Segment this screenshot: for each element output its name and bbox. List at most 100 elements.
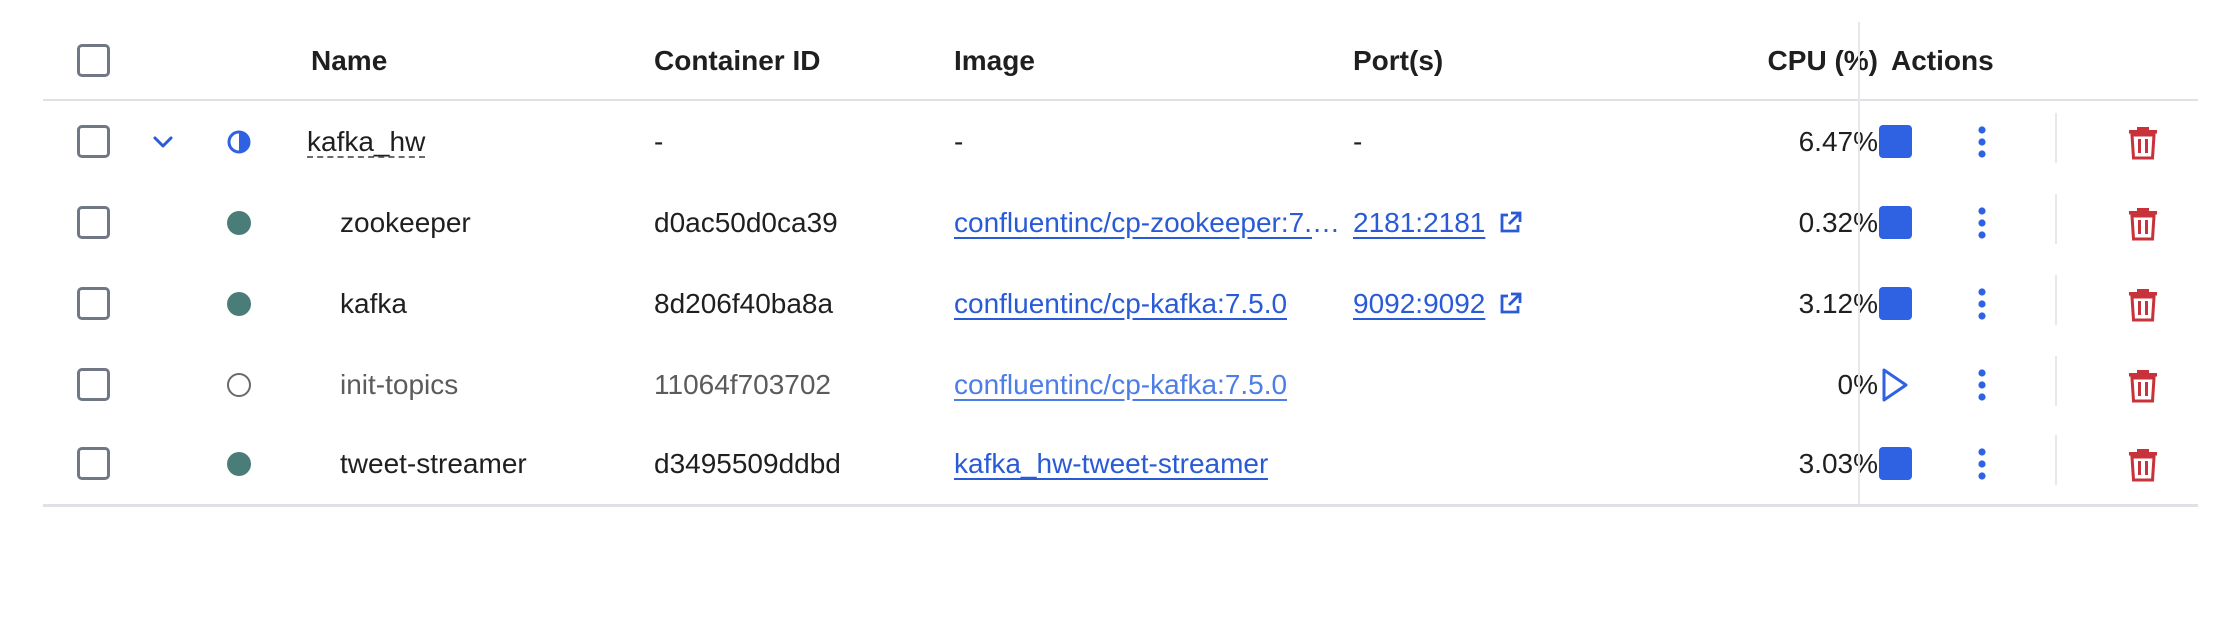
table-row[interactable]: kafka 8d206f40ba8a confluentinc/cp-kafka… — [43, 263, 2198, 344]
more-actions-button[interactable] — [1966, 263, 1998, 344]
group-name[interactable]: kafka_hw — [307, 126, 425, 158]
stop-square-icon[interactable] — [1878, 206, 1912, 239]
chevron-down-icon[interactable] — [151, 130, 175, 154]
play-icon[interactable] — [1880, 367, 1910, 403]
stop-square-icon[interactable] — [1878, 125, 1912, 158]
row-checkbox-cell[interactable] — [77, 182, 110, 263]
external-link-icon[interactable] — [1497, 291, 1523, 317]
table-row-group[interactable]: kafka_hw - - - 6.47% — [43, 101, 2198, 182]
trash-icon[interactable] — [2127, 124, 2159, 160]
trash-icon[interactable] — [2127, 205, 2159, 241]
trash-icon[interactable] — [2127, 367, 2159, 403]
actions-separator — [2055, 435, 2057, 485]
cpu-usage: 3.12% — [1798, 287, 1878, 319]
cpu-usage: 3.03% — [1798, 447, 1878, 479]
cpu-usage: 0.32% — [1798, 206, 1878, 238]
containers-table: Name Container ID Image Port(s) CPU (%) … — [43, 22, 2198, 507]
image-cell[interactable]: confluentinc/cp-zookeeper:7.5.0 — [954, 182, 1342, 263]
image-name: - — [954, 125, 964, 157]
column-header-ports[interactable]: Port(s) — [1353, 22, 1443, 99]
container-id: d3495509ddbd — [654, 447, 841, 479]
delete-button[interactable] — [2123, 423, 2163, 504]
running-status-icon — [227, 291, 251, 316]
group-name-cell[interactable]: kafka_hw — [307, 101, 425, 182]
container-name[interactable]: zookeeper — [340, 182, 471, 263]
delete-button[interactable] — [2123, 101, 2163, 182]
external-link-icon[interactable] — [1497, 210, 1523, 236]
status-cell — [227, 182, 251, 263]
delete-button[interactable] — [2123, 263, 2163, 344]
container-id: 8d206f40ba8a — [654, 287, 834, 319]
status-cell — [227, 263, 251, 344]
trash-icon[interactable] — [2127, 446, 2159, 482]
table-row[interactable]: zookeeper d0ac50d0ca39 confluentinc/cp-z… — [43, 182, 2198, 263]
row-checkbox-cell[interactable] — [77, 101, 110, 182]
delete-button[interactable] — [2123, 344, 2163, 425]
row-checkbox[interactable] — [77, 206, 110, 239]
image-link[interactable]: confluentinc/cp-zookeeper:7.5.0 — [954, 207, 1342, 239]
table-bottom-border — [43, 504, 2198, 507]
select-all-checkbox[interactable] — [77, 44, 110, 77]
ports-cell[interactable]: 9092:9092 — [1353, 263, 1523, 344]
image-cell[interactable]: kafka_hw-tweet-streamer — [954, 423, 1268, 504]
kebab-menu-icon[interactable] — [1977, 287, 1987, 321]
more-actions-button[interactable] — [1966, 182, 1998, 263]
running-status-icon — [227, 210, 251, 235]
more-actions-button[interactable] — [1966, 101, 1998, 182]
row-checkbox-cell[interactable] — [77, 263, 110, 344]
column-header-name[interactable]: Name — [311, 22, 387, 99]
row-checkbox-cell[interactable] — [77, 423, 110, 504]
port-link[interactable]: 2181:2181 — [1353, 207, 1485, 239]
half-circle-icon — [227, 130, 251, 153]
actions-separator — [2055, 113, 2057, 163]
kebab-menu-icon[interactable] — [1977, 368, 1987, 402]
column-header-actions: Actions — [1891, 44, 1994, 76]
row-checkbox[interactable] — [77, 368, 110, 401]
row-checkbox[interactable] — [77, 287, 110, 320]
ports-cell[interactable]: 2181:2181 — [1353, 182, 1523, 263]
start-button[interactable] — [1873, 344, 1917, 425]
actions-separator — [2055, 194, 2057, 244]
port-link[interactable]: 9092:9092 — [1353, 288, 1485, 320]
kebab-menu-icon[interactable] — [1977, 206, 1987, 240]
status-cell — [227, 423, 251, 504]
row-checkbox[interactable] — [77, 447, 110, 480]
table-row[interactable]: init-topics 11064f703702 confluentinc/cp… — [43, 344, 2198, 425]
table-header: Name Container ID Image Port(s) CPU (%) … — [43, 22, 2198, 101]
container-id: - — [654, 125, 664, 157]
actions-separator — [2055, 275, 2057, 325]
stop-button[interactable] — [1873, 101, 1917, 182]
select-all-cell[interactable] — [77, 22, 110, 99]
image-cell[interactable]: confluentinc/cp-kafka:7.5.0 — [954, 263, 1287, 344]
stop-button[interactable] — [1873, 423, 1917, 504]
stop-square-icon[interactable] — [1878, 447, 1912, 480]
image-link[interactable]: kafka_hw-tweet-streamer — [954, 448, 1268, 480]
column-header-image[interactable]: Image — [954, 22, 1035, 99]
container-name[interactable]: kafka — [340, 263, 407, 344]
image-cell[interactable]: confluentinc/cp-kafka:7.5.0 — [954, 344, 1287, 425]
column-header-cpu[interactable]: CPU (%) — [1768, 22, 1878, 99]
stop-button[interactable] — [1873, 182, 1917, 263]
stop-button[interactable] — [1873, 263, 1917, 344]
more-actions-button[interactable] — [1966, 423, 1998, 504]
container-name[interactable]: tweet-streamer — [340, 423, 527, 504]
more-actions-button[interactable] — [1966, 344, 1998, 425]
delete-button[interactable] — [2123, 182, 2163, 263]
row-checkbox-cell[interactable] — [77, 344, 110, 425]
stop-square-icon[interactable] — [1878, 287, 1912, 320]
trash-icon[interactable] — [2127, 286, 2159, 322]
kebab-menu-icon[interactable] — [1977, 447, 1987, 481]
container-name[interactable]: init-topics — [340, 344, 458, 425]
expand-toggle[interactable] — [151, 101, 175, 182]
cpu-usage: 6.47% — [1798, 125, 1878, 157]
kebab-menu-icon[interactable] — [1977, 125, 1987, 159]
container-id: 11064f703702 — [654, 368, 831, 400]
image-link[interactable]: confluentinc/cp-kafka:7.5.0 — [954, 288, 1287, 320]
image-link[interactable]: confluentinc/cp-kafka:7.5.0 — [954, 369, 1287, 401]
running-status-icon — [227, 451, 251, 476]
container-id: d0ac50d0ca39 — [654, 206, 838, 238]
status-cell — [227, 101, 251, 182]
column-header-container-id[interactable]: Container ID — [654, 22, 820, 99]
row-checkbox[interactable] — [77, 125, 110, 158]
table-row[interactable]: tweet-streamer d3495509ddbd kafka_hw-twe… — [43, 423, 2198, 504]
